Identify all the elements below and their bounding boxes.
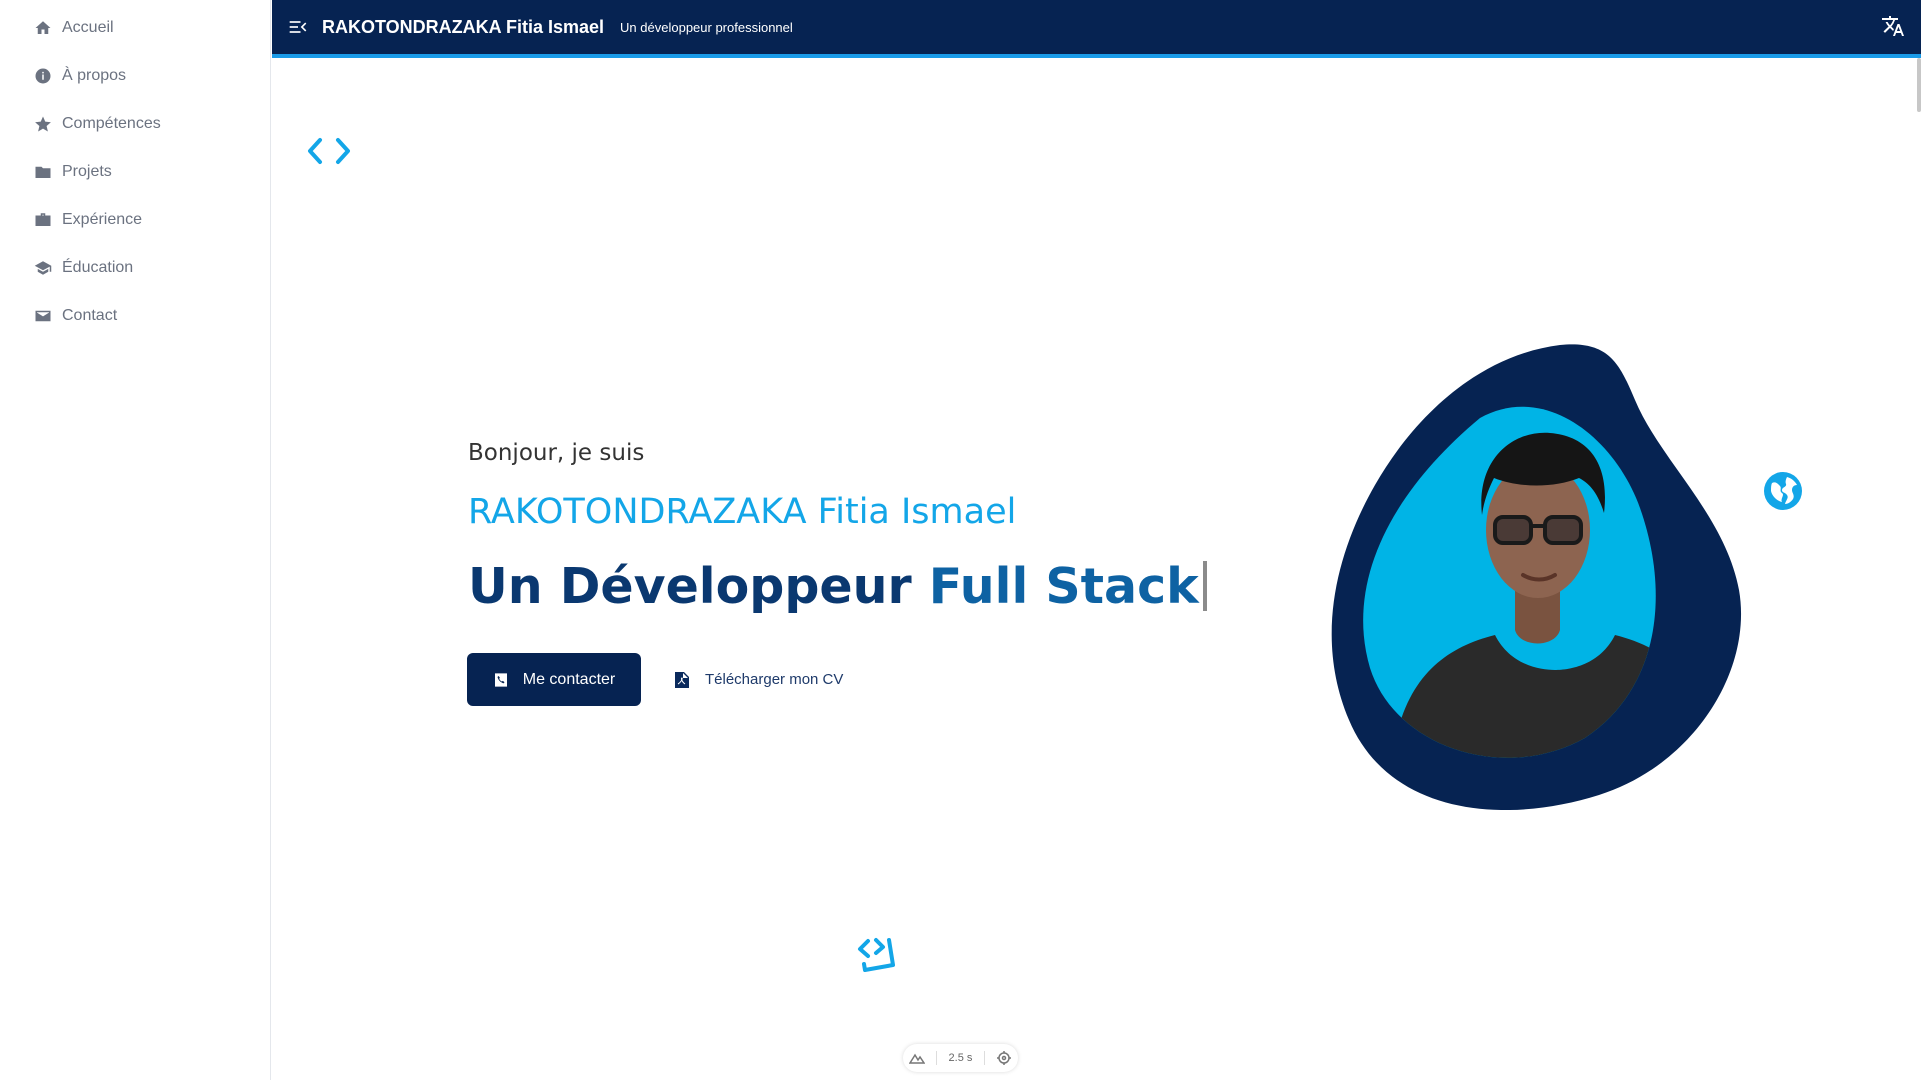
sidebar: Accueil À propos Compétences Projets Exp… <box>0 0 271 1080</box>
sidebar-item-label: Éducation <box>62 259 134 276</box>
sidebar-item-experience[interactable]: Expérience <box>0 196 270 244</box>
toolbar-divider <box>936 1051 938 1065</box>
hero-section: Bonjour, je suis RAKOTONDRAZAKA Fitia Is… <box>468 440 1207 615</box>
menu-collapse-icon[interactable] <box>286 15 310 39</box>
site-title[interactable]: RAKOTONDRAZAKA Fitia Ismael <box>322 17 604 38</box>
star-icon <box>34 115 52 133</box>
sidebar-item-label: Projets <box>62 163 112 180</box>
crosshair-icon[interactable] <box>996 1050 1012 1066</box>
graduation-cap-icon <box>34 259 52 277</box>
scrollbar-thumb[interactable] <box>1917 58 1921 112</box>
sidebar-item-contact[interactable]: Contact <box>0 292 270 340</box>
toolbar-divider <box>983 1051 985 1065</box>
sidebar-item-projets[interactable]: Projets <box>0 148 270 196</box>
app-root: Accueil À propos Compétences Projets Exp… <box>0 0 1921 1080</box>
briefcase-icon <box>34 211 52 229</box>
scroll-down-icon[interactable] <box>854 935 900 975</box>
sidebar-item-label: À propos <box>62 67 127 84</box>
timer-readout: 2.5 s <box>948 1052 973 1064</box>
hero-greeting: Bonjour, je suis <box>468 440 645 466</box>
sidebar-item-accueil[interactable]: Accueil <box>0 4 270 52</box>
sidebar-item-a-propos[interactable]: À propos <box>0 52 270 100</box>
hero-headline: Un Développeur Full Stack <box>468 558 1207 615</box>
sidebar-item-education[interactable]: Éducation <box>0 244 270 292</box>
site-tagline: Un développeur professionnel <box>620 19 793 35</box>
pdf-file-icon <box>675 671 689 688</box>
home-icon <box>34 19 52 37</box>
hero-name: RAKOTONDRAZAKA Fitia Ismael <box>468 492 1017 532</box>
typing-cursor <box>1202 561 1207 611</box>
phone-icon <box>494 672 507 687</box>
envelope-icon <box>34 307 52 325</box>
contact-button[interactable]: Me contacter <box>467 653 641 706</box>
sidebar-item-label: Contact <box>62 307 118 324</box>
headline-highlight: Full Stack <box>928 558 1199 615</box>
download-cv-button[interactable]: Télécharger mon CV <box>675 671 843 688</box>
hero-actions: Me contacter Télécharger mon CV <box>467 653 843 706</box>
sidebar-item-label: Compétences <box>62 115 161 132</box>
info-icon <box>34 67 52 85</box>
globe-icon[interactable] <box>1763 471 1803 511</box>
mountain-icon[interactable] <box>908 1050 925 1066</box>
sidebar-item-label: Accueil <box>62 19 114 36</box>
folder-icon <box>34 163 52 181</box>
sidebar-item-competences[interactable]: Compétences <box>0 100 270 148</box>
download-cv-label: Télécharger mon CV <box>705 671 844 688</box>
translate-icon[interactable] <box>1879 12 1907 40</box>
performance-toolbar: 2.5 s <box>903 1044 1018 1072</box>
contact-button-label: Me contacter <box>522 670 616 688</box>
headline-prefix: Un Développeur <box>468 558 929 615</box>
code-brackets-icon <box>306 136 352 166</box>
sidebar-item-label: Expérience <box>62 211 143 228</box>
top-bar: RAKOTONDRAZAKA Fitia Ismael Un développe… <box>272 0 1921 58</box>
profile-photo <box>1331 344 1742 810</box>
